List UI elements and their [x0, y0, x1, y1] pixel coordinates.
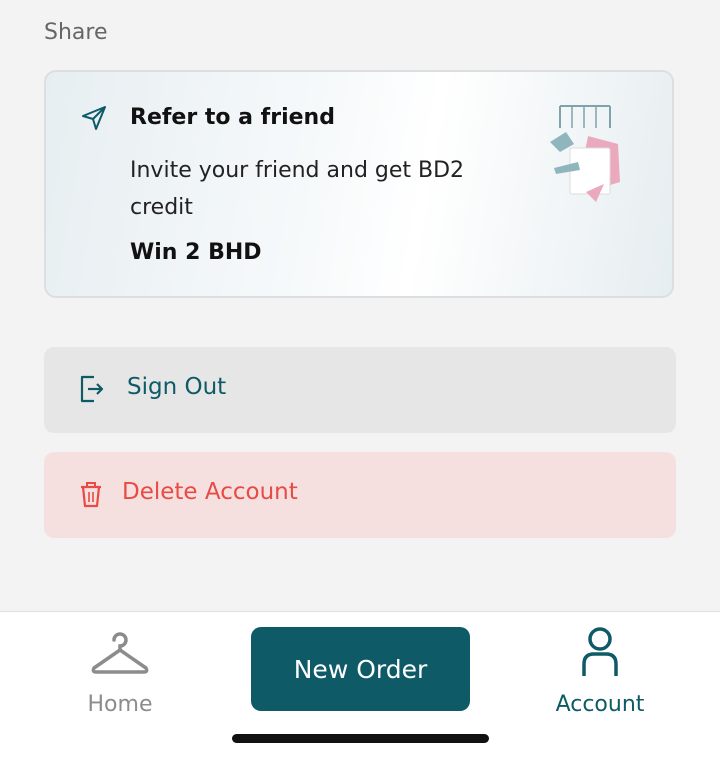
- sign-out-icon: [76, 373, 106, 405]
- bottom-tab-bar: Home New Order Account: [0, 611, 720, 758]
- refer-title: Refer to a friend: [130, 105, 335, 130]
- sign-out-button[interactable]: Sign Out: [44, 347, 676, 433]
- section-title: Share: [44, 20, 108, 45]
- refer-reward: Win 2 BHD: [130, 240, 262, 265]
- new-order-button[interactable]: New Order: [251, 627, 470, 711]
- tab-account[interactable]: Account: [540, 626, 660, 717]
- hanger-icon: [60, 626, 180, 682]
- trash-icon: [76, 478, 106, 510]
- person-icon: [540, 626, 660, 682]
- tab-home-label: Home: [87, 692, 153, 717]
- home-indicator: [232, 734, 489, 743]
- clothes-rack-illustration: [540, 98, 630, 210]
- delete-account-button[interactable]: Delete Account: [44, 452, 676, 538]
- delete-account-label: Delete Account: [122, 479, 298, 505]
- refer-card[interactable]: Refer to a friend Invite your friend and…: [44, 70, 674, 298]
- send-icon: [80, 104, 108, 132]
- tab-account-label: Account: [555, 692, 645, 717]
- refer-description: Invite your friend and get BD2 credit: [130, 158, 465, 220]
- tab-home[interactable]: Home: [60, 626, 180, 717]
- sign-out-label: Sign Out: [127, 374, 227, 400]
